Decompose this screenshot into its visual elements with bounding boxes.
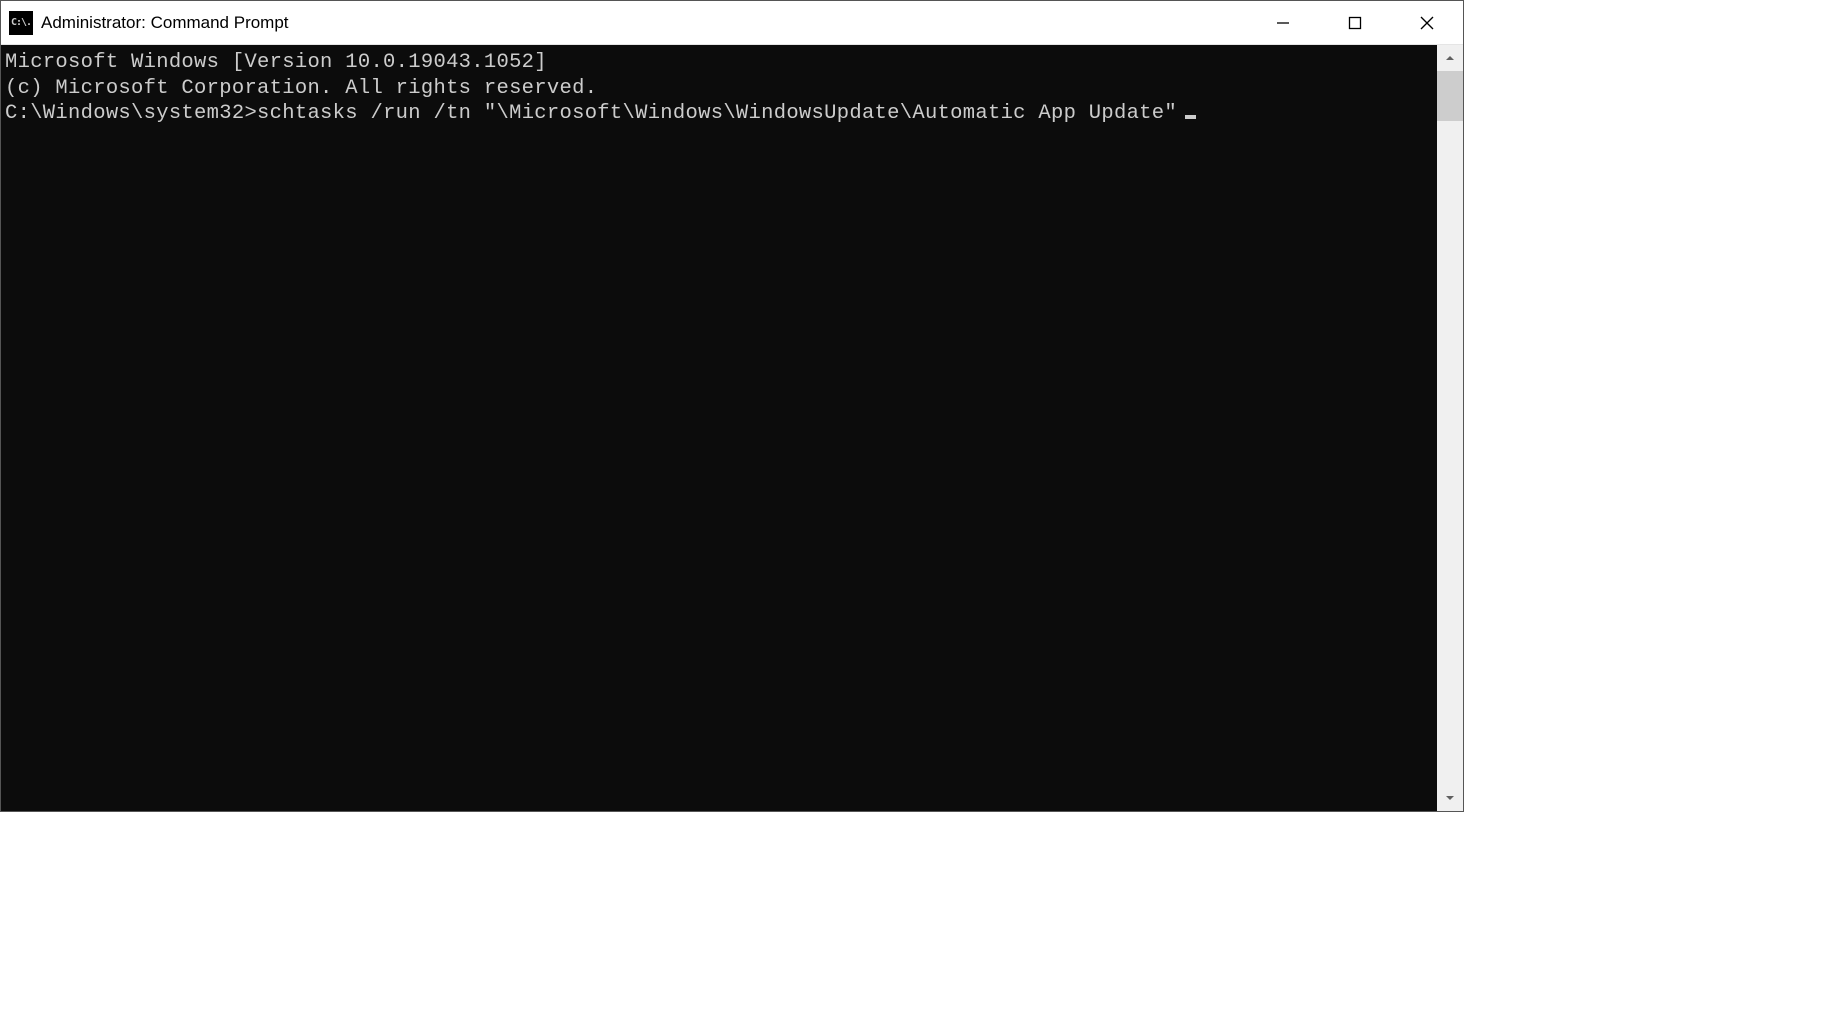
terminal-command: schtasks /run /tn "\Microsoft\Windows\Wi… (257, 102, 1177, 125)
window-controls (1247, 1, 1463, 44)
console-wrapper: Microsoft Windows [Version 10.0.19043.10… (1, 45, 1463, 811)
app-icon-text: C:\. (11, 17, 31, 28)
terminal-area[interactable]: Microsoft Windows [Version 10.0.19043.10… (1, 45, 1437, 811)
scroll-up-button[interactable] (1437, 45, 1463, 71)
minimize-button[interactable] (1247, 1, 1319, 44)
titlebar-left: C:\. Administrator: Command Prompt (9, 11, 289, 35)
terminal-prompt: C:\Windows\system32> (5, 102, 257, 125)
scroll-thumb[interactable] (1437, 71, 1463, 121)
close-button[interactable] (1391, 1, 1463, 44)
titlebar[interactable]: C:\. Administrator: Command Prompt (1, 1, 1463, 45)
maximize-button[interactable] (1319, 1, 1391, 44)
terminal-header-line2: (c) Microsoft Corporation. All rights re… (5, 76, 1437, 102)
minimize-icon (1276, 16, 1290, 30)
command-prompt-icon: C:\. (9, 11, 33, 35)
vertical-scrollbar[interactable] (1437, 45, 1463, 811)
chevron-up-icon (1445, 53, 1455, 63)
close-icon (1420, 16, 1434, 30)
chevron-down-icon (1445, 793, 1455, 803)
terminal-cursor (1185, 115, 1196, 119)
terminal-command-line: C:\Windows\system32>schtasks /run /tn "\… (5, 101, 1437, 127)
terminal-header-line1: Microsoft Windows [Version 10.0.19043.10… (5, 50, 1437, 76)
maximize-icon (1348, 16, 1362, 30)
window-title: Administrator: Command Prompt (41, 13, 289, 33)
scroll-down-button[interactable] (1437, 785, 1463, 811)
scroll-track[interactable] (1437, 71, 1463, 785)
